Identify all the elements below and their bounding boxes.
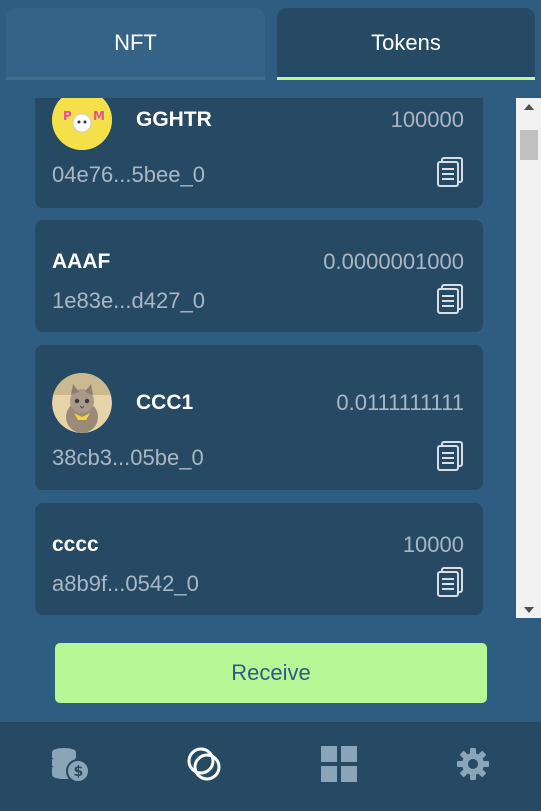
token-amount: 0.0000001000: [323, 249, 464, 274]
svg-text:$: $: [74, 764, 84, 780]
token-amount: 100000: [390, 107, 464, 132]
token-card[interactable]: cccc 10000 a8b9f...0542_0: [35, 503, 483, 615]
svg-text:M: M: [93, 109, 105, 123]
token-list[interactable]: P M GGHTR 100000 04e76...5bee_0 AAAF 0.0…: [0, 98, 516, 618]
tab-tokens-label: Tokens: [371, 29, 441, 55]
copy-icon[interactable]: [436, 157, 464, 187]
bottom-nav: $: [0, 722, 541, 811]
scrollbar-thumb[interactable]: [520, 130, 538, 160]
ppm-logo-icon: P M: [52, 98, 112, 150]
tab-bar: NFT Tokens: [0, 0, 541, 80]
tab-nft-label: NFT: [114, 29, 157, 55]
token-name: GGHTR: [136, 108, 212, 131]
copy-icon[interactable]: [436, 567, 464, 597]
copy-icon[interactable]: [436, 441, 464, 471]
token-address: 38cb3...05be_0: [52, 445, 204, 470]
tab-nft[interactable]: NFT: [6, 8, 265, 80]
token-card[interactable]: CCC1 0.0111111111 38cb3...05be_0: [35, 345, 483, 490]
cat-avatar-icon: [52, 373, 112, 433]
scroll-up-arrow-icon[interactable]: [516, 98, 541, 115]
nav-settings[interactable]: [423, 722, 523, 811]
svg-text:P: P: [63, 109, 72, 123]
token-amount: 0.0111111111: [336, 390, 464, 415]
apps-grid-icon: [320, 745, 358, 788]
tokens-icon: [184, 744, 224, 789]
nav-wallet[interactable]: $: [20, 722, 120, 811]
token-amount: 10000: [402, 532, 464, 557]
copy-icon[interactable]: [436, 284, 464, 314]
scrollbar[interactable]: [516, 98, 541, 618]
receive-button[interactable]: Receive: [55, 643, 487, 703]
wallet-coins-icon: $: [50, 744, 90, 789]
token-address: a8b9f...0542_0: [52, 571, 199, 596]
token-name: AAAF: [52, 250, 111, 273]
scroll-down-arrow-icon[interactable]: [516, 601, 541, 618]
token-address: 1e83e...d427_0: [52, 288, 205, 313]
nav-apps[interactable]: [289, 722, 389, 811]
nav-tokens[interactable]: [154, 722, 254, 811]
token-name: cccc: [52, 533, 99, 556]
settings-gear-icon: [456, 747, 490, 786]
tab-tokens[interactable]: Tokens: [277, 8, 535, 80]
token-card[interactable]: P M GGHTR 100000 04e76...5bee_0: [35, 98, 483, 208]
token-name: CCC1: [136, 391, 194, 414]
token-card[interactable]: AAAF 0.0000001000 1e83e...d427_0: [35, 220, 483, 332]
token-address: 04e76...5bee_0: [52, 162, 205, 187]
